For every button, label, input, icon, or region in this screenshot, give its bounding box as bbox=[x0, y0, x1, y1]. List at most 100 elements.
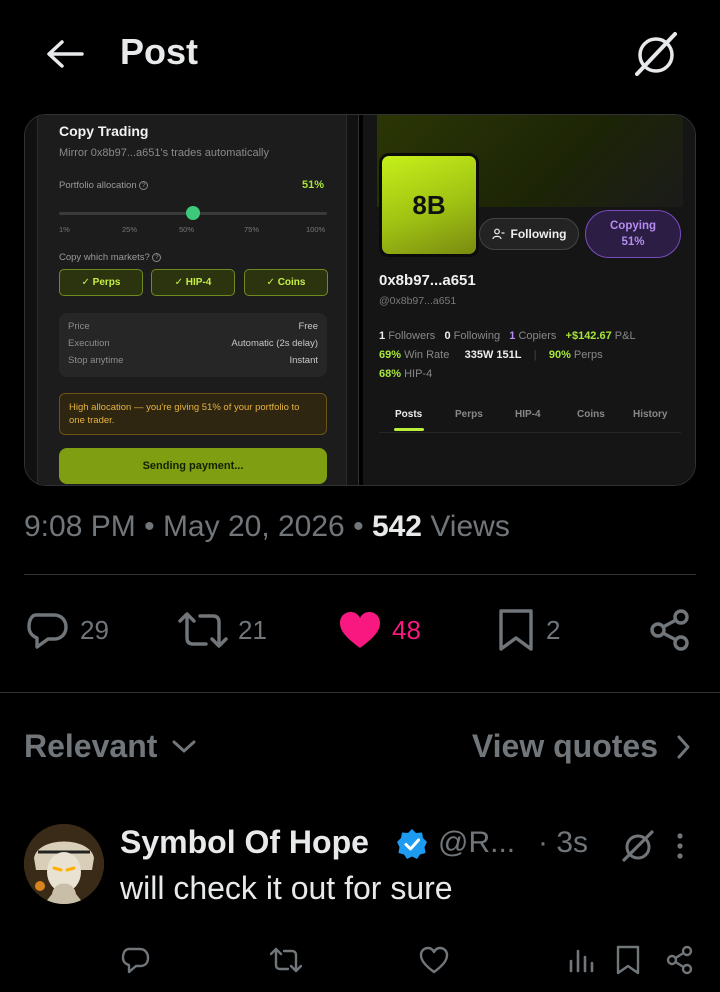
reply-share-button[interactable] bbox=[660, 940, 700, 980]
back-button[interactable] bbox=[42, 32, 86, 76]
reply-count: 29 bbox=[80, 614, 109, 645]
replies-sort-dropdown[interactable]: Relevant bbox=[24, 728, 197, 765]
repost-icon bbox=[270, 947, 302, 973]
market-chip-coins: ✓ Coins bbox=[244, 269, 328, 296]
markets-label: Copy which markets? ? bbox=[59, 252, 162, 263]
hip4-value: 68% bbox=[379, 368, 402, 380]
copy-trading-title: Copy Trading bbox=[59, 123, 149, 139]
copiers-label: Copiers bbox=[518, 330, 557, 342]
terms-label: Price bbox=[68, 321, 90, 332]
market-chip-perps: ✓ Perps bbox=[59, 269, 143, 296]
reply-repost-button[interactable] bbox=[266, 940, 306, 980]
views-count[interactable]: 542 bbox=[372, 510, 422, 543]
followers-count: 1 bbox=[379, 330, 386, 342]
terms-label: Execution bbox=[68, 338, 110, 349]
verified-badge-icon bbox=[397, 829, 427, 859]
profile-tab-coins: Coins bbox=[577, 409, 605, 420]
win-rate-value: 69% bbox=[379, 349, 402, 361]
repost-button[interactable]: 21 bbox=[178, 602, 267, 658]
views-label[interactable]: Views bbox=[430, 510, 509, 543]
reply-like-button[interactable] bbox=[414, 940, 454, 980]
reply-avatar[interactable] bbox=[24, 824, 104, 904]
followers-label: Followers bbox=[388, 330, 436, 342]
slider-tick: 50% bbox=[179, 225, 195, 234]
profile-tab-hip4: HIP-4 bbox=[515, 409, 541, 420]
chevron-down-icon bbox=[172, 740, 196, 752]
bookmark-button[interactable]: 2 bbox=[496, 602, 560, 658]
bookmark-count: 2 bbox=[546, 614, 561, 645]
pnl-value: +$142.67 bbox=[565, 330, 612, 342]
reply-reply-button[interactable] bbox=[116, 940, 156, 980]
view-quotes-label: View quotes bbox=[471, 728, 658, 764]
copying-button: Copying 51% bbox=[585, 210, 681, 258]
reply-bookmark-button[interactable] bbox=[608, 940, 648, 980]
terms-value: Free bbox=[298, 321, 318, 332]
allocation-slider-thumb bbox=[186, 206, 200, 220]
post-media[interactable]: Copy Trading Mirror 0x8b97...a651's trad… bbox=[24, 114, 696, 486]
bookmark-icon bbox=[499, 609, 533, 651]
info-icon: ? bbox=[139, 180, 149, 190]
allocation-label: Portfolio allocation ? bbox=[59, 180, 149, 191]
back-arrow-icon bbox=[47, 40, 84, 68]
profile-name: 0x8b97...a651 bbox=[379, 272, 476, 289]
divider bbox=[24, 574, 696, 575]
grok-icon bbox=[622, 830, 654, 862]
win-rate-label: Win Rate bbox=[404, 349, 450, 361]
perps-label: Perps bbox=[573, 349, 603, 361]
post-time[interactable]: 9:08 PM bbox=[24, 510, 136, 543]
grok-button[interactable] bbox=[628, 28, 684, 80]
bookmark-icon bbox=[616, 945, 640, 975]
reply-time[interactable]: · 3s bbox=[538, 826, 588, 860]
slider-tick: 25% bbox=[122, 225, 138, 234]
copying-label: Copying bbox=[610, 220, 656, 232]
allocation-warning: High allocation — you're giving 51% of y… bbox=[59, 393, 327, 435]
heart-icon bbox=[340, 612, 380, 648]
reply-author-name[interactable]: Symbol Of Hope bbox=[120, 824, 369, 861]
terms-row: Price Free bbox=[68, 321, 318, 332]
markets-label-text: Copy which markets? bbox=[59, 252, 150, 263]
meta-separator: • bbox=[144, 510, 155, 543]
reply-author-handle[interactable]: @R... bbox=[438, 826, 515, 860]
share-icon bbox=[666, 945, 693, 975]
reply-grok-button[interactable] bbox=[618, 826, 658, 866]
more-icon bbox=[677, 833, 683, 859]
win-loss-record: 335W 151L bbox=[464, 349, 522, 361]
analytics-icon bbox=[569, 949, 594, 973]
terms-row: Execution Automatic (2s delay) bbox=[68, 338, 318, 349]
profile-tab-posts: Posts bbox=[395, 409, 423, 420]
meta-separator: • bbox=[353, 510, 364, 543]
profile-tab-indicator bbox=[394, 428, 424, 431]
sending-payment-button: Sending payment... bbox=[59, 448, 327, 484]
repost-icon bbox=[178, 612, 228, 648]
slider-tick: 100% bbox=[306, 225, 326, 234]
reply-icon bbox=[121, 947, 150, 974]
divider bbox=[0, 692, 720, 693]
reply-text: will check it out for sure bbox=[120, 870, 453, 906]
like-count: 48 bbox=[392, 614, 421, 645]
reply-button[interactable]: 29 bbox=[26, 602, 109, 658]
like-button[interactable]: 48 bbox=[338, 602, 421, 658]
perps-value: 90% bbox=[548, 349, 571, 361]
profile-tabs: Posts Perps HIP-4 Coins History bbox=[379, 409, 681, 433]
view-quotes-link[interactable]: View quotes bbox=[472, 728, 692, 765]
allocation-label-text: Portfolio allocation bbox=[59, 180, 137, 191]
profile-tab-perps: Perps bbox=[455, 409, 483, 420]
terms-value: Automatic (2s delay) bbox=[231, 338, 318, 349]
profile-stats-row-1: 1 Followers 0 Following 1 Copiers +$142.… bbox=[379, 330, 636, 342]
following-button-label: Following bbox=[510, 227, 567, 241]
copy-trading-subtitle: Mirror 0x8b97...a651's trades automatica… bbox=[59, 147, 269, 159]
replies-sort-label: Relevant bbox=[24, 728, 158, 764]
reply-more-button[interactable] bbox=[668, 826, 692, 866]
profile-stats-row-3: 68% HIP-4 bbox=[379, 368, 432, 380]
reply-analytics-button[interactable] bbox=[562, 940, 602, 980]
profile-tab-history: History bbox=[633, 409, 668, 420]
profile-screenshot: 8B Following Copying 51% 0x8b97...a651 @… bbox=[363, 115, 695, 485]
post-date[interactable]: May 20, 2026 bbox=[163, 510, 345, 543]
following-label: Following bbox=[453, 330, 501, 342]
copying-percent: 51% bbox=[621, 236, 645, 248]
terms-label: Stop anytime bbox=[68, 355, 124, 366]
info-icon: ? bbox=[152, 252, 162, 262]
profile-avatar: 8B bbox=[379, 153, 479, 257]
slider-tick: 1% bbox=[59, 225, 70, 234]
share-button[interactable] bbox=[648, 602, 692, 658]
